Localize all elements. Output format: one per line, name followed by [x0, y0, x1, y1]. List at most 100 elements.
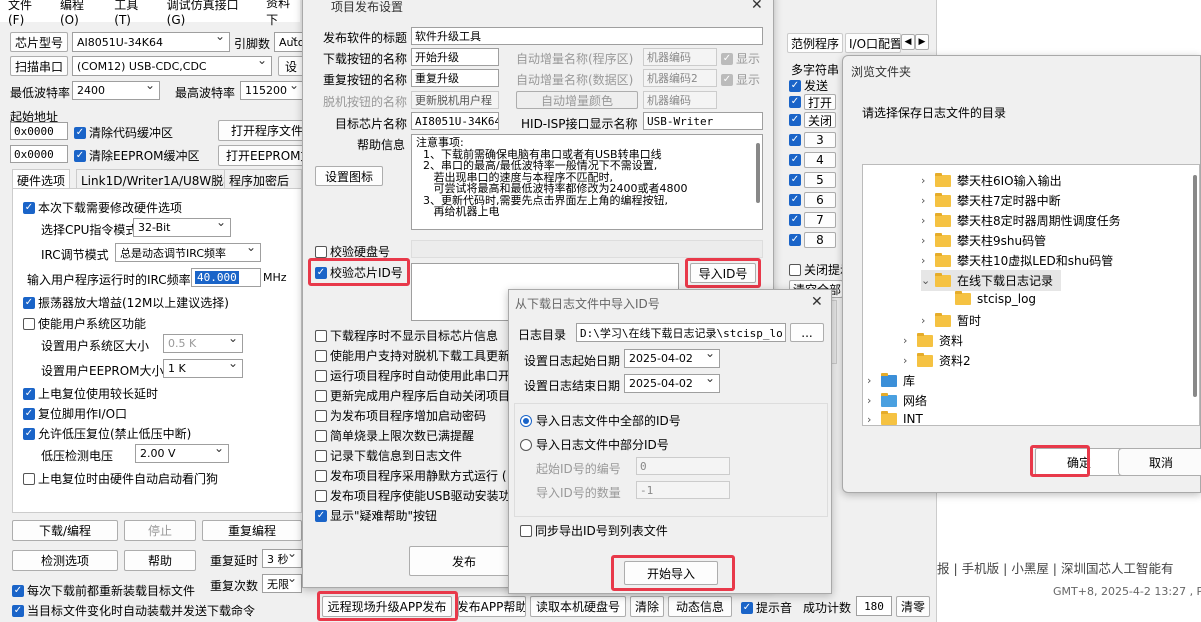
- watchdog-checkbox[interactable]: 上电复位时由硬件自动启动看门狗: [23, 470, 218, 487]
- chevron-right-icon[interactable]: ›: [921, 174, 935, 187]
- tree-item[interactable]: › 攀天柱8定时器周期性调度任务: [921, 212, 1121, 229]
- auto-reload-checkbox[interactable]: ✓ 当目标文件变化时自动装载并发送下载命令: [12, 602, 255, 619]
- tree-item[interactable]: › 网络: [867, 392, 927, 409]
- port-select[interactable]: (COM12) USB-CDC,CDC: [72, 56, 272, 76]
- menu-debug[interactable]: 调试仿真接口(G): [167, 0, 252, 27]
- send-close-button[interactable]: 关闭: [804, 112, 836, 128]
- send-checkbox-4[interactable]: ✓ 3: [789, 132, 836, 148]
- opt-usb-driver[interactable]: 发布项目程序使能USB驱动安装功能: [315, 487, 523, 504]
- tree-item[interactable]: stcisp_log: [955, 291, 1036, 306]
- reset-count-button[interactable]: 清零: [896, 596, 930, 617]
- tree-item[interactable]: › 库: [867, 372, 915, 389]
- set-icon-button[interactable]: 设置图标: [315, 166, 383, 186]
- eeprom-size-select[interactable]: 1 K: [163, 359, 243, 378]
- scan-port-button[interactable]: 扫描串口: [10, 56, 68, 76]
- close-icon[interactable]: ✕: [811, 294, 823, 310]
- menu-program[interactable]: 编程(O): [60, 0, 100, 27]
- tree-scrollbar[interactable]: [1193, 175, 1197, 397]
- send-button-7[interactable]: 7: [804, 212, 836, 228]
- offline-btn-input[interactable]: 更新脱机用户程: [411, 91, 499, 109]
- opt-limit-remind[interactable]: 简单烧录上限次数已满提醒: [315, 427, 474, 444]
- opt-auto-serial[interactable]: 运行项目程序时自动使用此串口开: [315, 367, 510, 384]
- menu-docs[interactable]: 资料下: [266, 0, 300, 28]
- close-icon[interactable]: ✕: [751, 0, 763, 13]
- tab-examples[interactable]: 范例程序: [787, 33, 843, 53]
- tab-left-arrow[interactable]: ◀: [901, 34, 915, 50]
- machine-code-input[interactable]: 机器编码: [643, 48, 717, 66]
- chevron-right-icon[interactable]: ›: [921, 214, 935, 227]
- tree-item[interactable]: › 资料2: [903, 352, 971, 369]
- chevron-right-icon[interactable]: ›: [867, 394, 881, 407]
- send-button-6[interactable]: 6: [804, 192, 836, 208]
- min-baud-select[interactable]: 2400: [72, 81, 160, 100]
- detect-button[interactable]: 检测选项: [12, 550, 118, 571]
- import-part-radio[interactable]: 导入日志文件中部分ID号: [520, 436, 669, 453]
- id-count-input[interactable]: -1: [636, 481, 730, 499]
- send-open-button[interactable]: 打开: [804, 94, 836, 110]
- chevron-down-icon[interactable]: ⌄: [921, 274, 935, 287]
- open-program-button[interactable]: 打开程序文件: [218, 120, 304, 141]
- beep-checkbox[interactable]: ✓ 提示音: [741, 599, 792, 616]
- irc-mode-select[interactable]: 总是动态调节IRC频率: [115, 243, 261, 262]
- reload-each-checkbox[interactable]: ✓ 每次下载前都重新装载目标文件: [12, 582, 195, 599]
- auto-color-button[interactable]: 自动增量颜色: [516, 91, 638, 109]
- tree-item[interactable]: › 攀天柱9shu码管: [921, 232, 1046, 249]
- menu-file[interactable]: 文件(F): [8, 0, 46, 27]
- tree-item[interactable]: › 资料: [903, 332, 963, 349]
- download-button[interactable]: 下载/编程: [12, 520, 118, 541]
- repeat-delay-select[interactable]: 3 秒: [262, 549, 302, 568]
- send-checkbox-2[interactable]: ✓ 打开: [789, 94, 836, 110]
- tab-io-config[interactable]: I/O口配置: [845, 33, 901, 53]
- show-checkbox-1[interactable]: ✓ 显示: [721, 50, 760, 67]
- read-disk-button[interactable]: 读取本机硬盘号: [530, 596, 626, 617]
- redownload-button[interactable]: 重复编程: [202, 520, 302, 541]
- sw-title-input[interactable]: 软件升级工具: [411, 27, 763, 45]
- opt-password[interactable]: 为发布项目程序增加启动密码: [315, 407, 486, 424]
- pins-select[interactable]: Auto: [274, 32, 304, 52]
- opt-auto-close[interactable]: 更新完成用户程序后自动关闭项目: [315, 387, 510, 404]
- send-button-3[interactable]: 3: [804, 132, 836, 148]
- send-checkbox-6[interactable]: ✓ 5: [789, 172, 836, 188]
- publish-button[interactable]: 发布: [409, 546, 519, 576]
- send-checkbox-5[interactable]: ✓ 4: [789, 152, 836, 168]
- help-text-area[interactable]: 注意事项: 1、下载前需确保电脑有串口或者有USB转串口线 2、串口的最高/最低…: [411, 134, 763, 230]
- publish-help-button[interactable]: 发布APP帮助: [458, 596, 526, 617]
- tree-item-selected[interactable]: ⌄ 在线下载日志记录: [921, 270, 1062, 291]
- stop-button[interactable]: 停止: [124, 520, 196, 541]
- tree-item[interactable]: › 攀天柱7定时器中断: [921, 192, 1061, 209]
- chevron-right-icon[interactable]: ›: [903, 354, 917, 367]
- user-system-checkbox[interactable]: 使能用户系统区功能: [23, 315, 146, 332]
- chevron-right-icon[interactable]: ›: [921, 194, 935, 207]
- system-size-select[interactable]: 0.5 K: [163, 334, 243, 353]
- send-button-4[interactable]: 4: [804, 152, 836, 168]
- dl-btn-input[interactable]: 开始升级: [411, 48, 499, 66]
- import-all-radio[interactable]: 导入日志文件中全部的ID号: [520, 412, 681, 429]
- send-button-8[interactable]: 8: [804, 232, 836, 248]
- log-dir-input[interactable]: D:\学习\在线下载日志记录\stcisp_lo: [576, 323, 786, 342]
- chevron-right-icon[interactable]: ›: [921, 314, 935, 327]
- port-settings-button[interactable]: 设: [278, 56, 304, 76]
- hid-input[interactable]: USB-Writer: [643, 112, 763, 130]
- need-hardware-checkbox[interactable]: ✓ 本次下载需要修改硬件选项: [23, 199, 182, 216]
- opt-silent[interactable]: 发布项目程序采用静默方式运行 (: [315, 467, 507, 484]
- machine-code3-input[interactable]: 机器编码: [643, 91, 717, 109]
- tree-item[interactable]: › INT: [867, 411, 923, 426]
- clear-code-checkbox[interactable]: ✓ 清除代码缓冲区: [74, 124, 173, 141]
- tree-item[interactable]: › 攀天柱10虚拟LED和shu码管: [921, 252, 1113, 269]
- low-volt-reset-checkbox[interactable]: ✓ 允许低压复位(禁止低压中断): [23, 425, 191, 442]
- chevron-right-icon[interactable]: ›: [867, 413, 881, 426]
- browse-button[interactable]: ...: [790, 323, 824, 342]
- verify-disk-field[interactable]: [411, 240, 763, 258]
- clear-button[interactable]: 清除: [630, 596, 664, 617]
- machine-code2-input[interactable]: 机器编码2: [643, 69, 717, 87]
- send-checkbox-3[interactable]: ✓ 关闭: [789, 112, 836, 128]
- start-date-picker[interactable]: 2025-04-02: [624, 349, 720, 368]
- opt-show-help[interactable]: ✓ 显示"疑难帮助"按钮: [315, 507, 437, 524]
- tab-right-arrow[interactable]: ▶: [915, 34, 929, 50]
- power-delay-checkbox[interactable]: ✓ 上电复位使用较长延时: [23, 385, 158, 402]
- chevron-right-icon[interactable]: ›: [903, 334, 917, 347]
- opt-log-file[interactable]: 记录下载信息到日志文件: [315, 447, 462, 464]
- send-checkbox-8[interactable]: ✓ 7: [789, 212, 836, 228]
- target-chip-input[interactable]: AI8051U-34K64: [411, 112, 499, 130]
- eeprom-address-input[interactable]: 0x0000: [10, 145, 68, 163]
